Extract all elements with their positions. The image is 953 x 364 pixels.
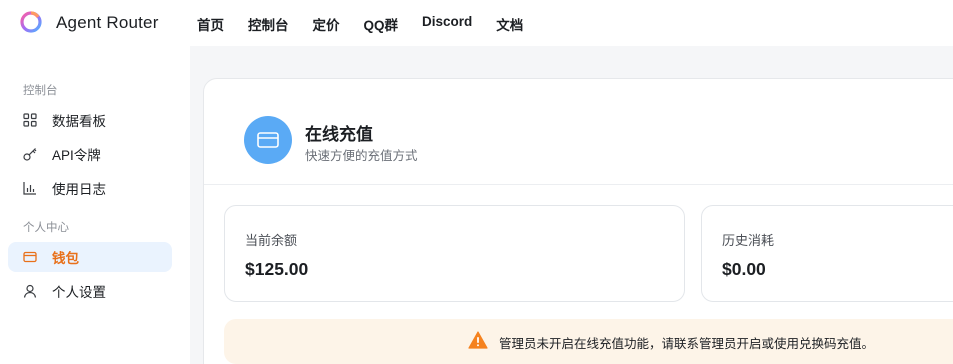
history-usage-card: 历史消耗 $0.00 (701, 205, 953, 302)
nav-discord[interactable]: Discord (422, 14, 472, 34)
dashboard-icon (23, 113, 37, 127)
sidebar-item-wallet[interactable]: 钱包 (8, 242, 172, 272)
key-icon (23, 147, 37, 161)
sidebar-item-usage-logs[interactable]: 使用日志 (8, 173, 172, 203)
credit-card-icon (257, 132, 279, 148)
recharge-panel: 在线充值 快速方便的充值方式 当前余额 $125.00 历史消耗 $0.00 管… (203, 78, 953, 364)
nav-qq-group[interactable]: QQ群 (364, 14, 399, 34)
history-usage-value: $0.00 (722, 259, 766, 279)
page-title: 在线充值 (305, 125, 373, 144)
balance-value: $125.00 (245, 259, 309, 279)
nav-pricing[interactable]: 定价 (313, 14, 340, 34)
balance-label: 当前余额 (245, 233, 298, 248)
agent-router-logo-icon[interactable] (20, 11, 42, 33)
warning-icon (468, 331, 488, 349)
main-nav: 首页 控制台 定价 QQ群 Discord 文档 (197, 14, 547, 34)
notice-text: 管理员未开启在线充值功能，请联系管理员开启或使用兑换码充值。 (499, 337, 875, 351)
card-icon-badge (244, 116, 292, 164)
sidebar-item-label: 钱包 (52, 251, 79, 266)
top-bar: Agent Router 首页 控制台 定价 QQ群 Discord 文档 (0, 0, 953, 46)
sidebar-item-label: 数据看板 (52, 114, 106, 129)
sidebar-group-personal: 个人中心 (23, 222, 69, 234)
sidebar-group-console: 控制台 (23, 85, 58, 97)
sidebar-item-label: API令牌 (52, 148, 101, 163)
balance-card: 当前余额 $125.00 (224, 205, 685, 302)
nav-docs[interactable]: 文档 (496, 14, 523, 34)
wallet-icon (23, 250, 37, 264)
sidebar-item-dashboard[interactable]: 数据看板 (8, 105, 172, 135)
sidebar-item-api-tokens[interactable]: API令牌 (8, 139, 172, 169)
sidebar: 控制台 数据看板 API令牌 使用日志 个人中心 钱包 个人设置 (0, 46, 190, 364)
sidebar-item-personal-settings[interactable]: 个人设置 (8, 276, 172, 306)
nav-home[interactable]: 首页 (197, 14, 224, 34)
sidebar-item-label: 个人设置 (52, 285, 106, 300)
divider (204, 184, 953, 185)
bar-chart-icon (23, 181, 37, 195)
brand-name[interactable]: Agent Router (56, 13, 159, 33)
recharge-disabled-notice: 管理员未开启在线充值功能，请联系管理员开启或使用兑换码充值。 (224, 319, 953, 364)
sidebar-item-label: 使用日志 (52, 182, 106, 197)
page-subtitle: 快速方便的充值方式 (305, 149, 418, 163)
history-usage-label: 历史消耗 (722, 233, 775, 248)
user-icon (23, 284, 37, 298)
nav-console[interactable]: 控制台 (248, 14, 289, 34)
